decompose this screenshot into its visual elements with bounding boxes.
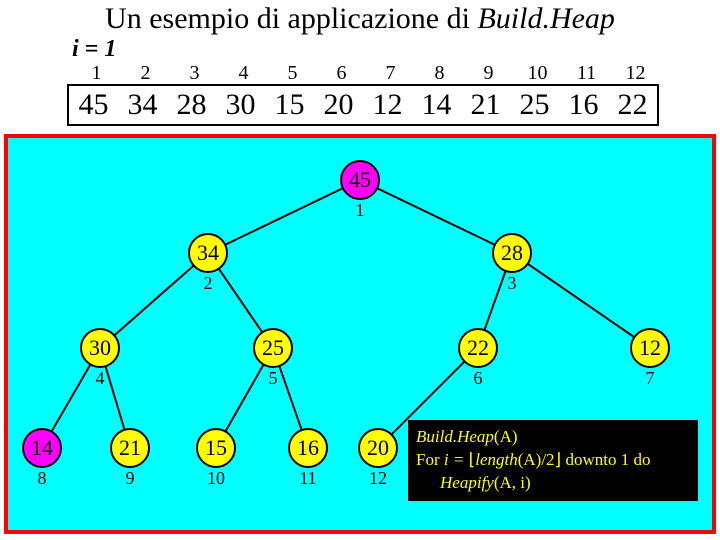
idx: 6 [317,62,366,85]
tree-node: 12 [630,328,670,368]
tree-node-index: 11 [288,468,328,489]
tree-node-index: 9 [110,468,150,489]
tree-node: 15 [196,428,236,468]
tree-node: 22 [458,328,498,368]
code-fn: Build.Heap [416,427,494,446]
tree-node: 16 [288,428,328,468]
array-indices: 1 2 3 4 5 6 7 8 9 10 11 12 [72,62,660,85]
array-cell: 20 [314,86,363,124]
page-title: Un esempio di applicazione di Build.Heap [0,2,720,36]
idx: 8 [415,62,464,85]
title-func: Build.Heap [477,2,614,35]
idx: 10 [513,62,562,85]
tree-node-index: 10 [196,468,236,489]
i-label: i = 1 [72,36,116,63]
idx: 11 [562,62,611,85]
tree-node: 30 [80,328,120,368]
tree-node-index: 3 [492,273,532,294]
code-text: (A)/2 [518,450,555,469]
array-cell: 15 [265,86,314,124]
array-cell: 14 [412,86,461,124]
array-cell: 34 [118,86,167,124]
idx: 12 [611,62,660,85]
tree-node-root: 45 [340,160,380,200]
array-cell: 22 [608,86,657,124]
tree-node: 14 [22,428,62,468]
tree-node-index: 2 [188,273,228,294]
code-args: (A, i) [494,473,531,492]
tree-node-index: 4 [80,368,120,389]
tree-node: 34 [188,233,228,273]
tree-node-index: 6 [458,368,498,389]
array-cell: 25 [510,86,559,124]
code-line: For i = ⌊length(A)/2⌋ downto 1 do [416,449,690,472]
idx: 4 [219,62,268,85]
code-kw: downto 1 do [561,450,650,469]
idx: 3 [170,62,219,85]
code-var: length [475,450,518,469]
array-cell: 16 [559,86,608,124]
idx: 7 [366,62,415,85]
tree-diagram: 45 1 34 2 28 3 30 4 25 5 22 6 12 7 14 8 … [4,134,716,534]
code-line: Build.Heap(A) [416,426,690,449]
tree-node-index: 12 [358,468,398,489]
tree-node-index: 8 [22,468,62,489]
array-cell: 21 [461,86,510,124]
tree-node: 25 [253,328,293,368]
title-text: Un esempio di applicazione di [105,2,477,35]
code-line: Heapify(A, i) [416,472,690,495]
array-cell: 28 [167,86,216,124]
array-cell: 12 [363,86,412,124]
tree-node-index: 7 [630,368,670,389]
code-var: i = [444,450,469,469]
code-args: (A) [494,427,518,446]
tree-node: 21 [110,428,150,468]
tree-node-index: 1 [340,200,380,221]
tree-node: 28 [492,233,532,273]
array-cell: 45 [69,86,118,124]
code-kw: For [416,450,444,469]
code-box: Build.Heap(A) For i = ⌊length(A)/2⌋ down… [408,420,698,501]
array-cell: 30 [216,86,265,124]
idx: 9 [464,62,513,85]
idx: 2 [121,62,170,85]
tree-node-index: 5 [253,368,293,389]
idx: 5 [268,62,317,85]
array-box: 45 34 28 30 15 20 12 14 21 25 16 22 [67,84,659,126]
idx: 1 [72,62,121,85]
code-fn: Heapify [440,473,494,492]
tree-node: 20 [358,428,398,468]
